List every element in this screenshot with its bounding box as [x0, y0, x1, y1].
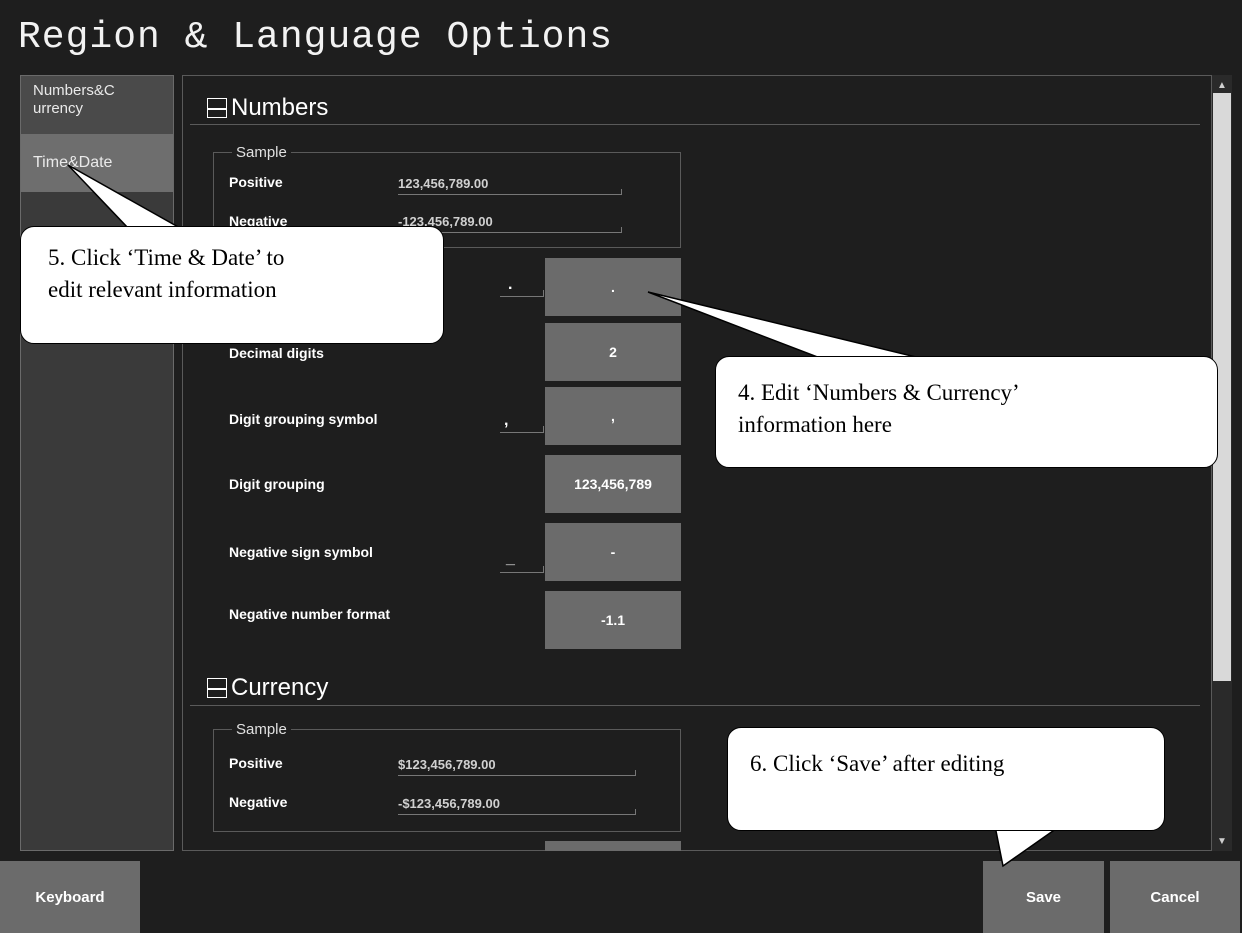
callout-4-pointer [647, 291, 921, 359]
callout-5-line1: 5. Click ‘Time & Date’ to [48, 245, 285, 270]
callout-4-line1: 4. Edit ‘Numbers & Currency’ [738, 380, 1020, 405]
callout-save: 6. Click ‘Save’ after editing [727, 727, 1165, 831]
callout-time-date: 5. Click ‘Time & Date’ to edit relevant … [20, 226, 444, 344]
callout-6-text: 6. Click ‘Save’ after editing [750, 751, 1005, 776]
callout-5-line2: edit relevant information [48, 277, 277, 302]
callout-numbers-currency: 4. Edit ‘Numbers & Currency’ information… [715, 356, 1218, 468]
callout-6-pointer [994, 825, 1063, 868]
callout-5-pointer [67, 164, 183, 229]
callout-4-line2: information here [738, 412, 892, 437]
